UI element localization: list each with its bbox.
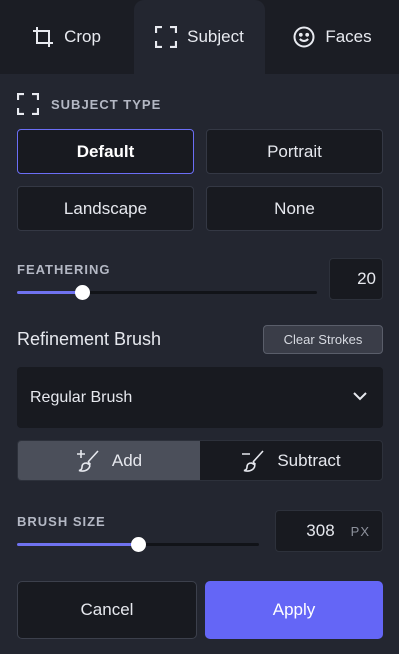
- subject-landscape-label: Landscape: [63, 198, 148, 218]
- subject-icon: [155, 26, 178, 48]
- feathering-slider-fill: [17, 291, 82, 294]
- feathering-value: 20: [357, 269, 376, 288]
- tab-bar: Crop Subject Faces: [0, 0, 399, 74]
- tab-subject[interactable]: Subject: [134, 0, 265, 74]
- brush-size-slider[interactable]: [17, 537, 259, 552]
- brush-size-value-field[interactable]: 308 PX: [275, 510, 383, 552]
- brush-size-slider-thumb[interactable]: [131, 537, 146, 552]
- subject-type-heading: SUBJECT TYPE: [51, 96, 162, 112]
- tab-faces[interactable]: Faces: [266, 0, 399, 74]
- brush-size-slider-fill: [17, 543, 138, 546]
- brush-mode-add[interactable]: Add: [18, 441, 200, 480]
- subject-type-header: SUBJECT TYPE: [17, 93, 161, 115]
- cancel-label: Cancel: [80, 600, 134, 619]
- feathering-slider[interactable]: [17, 285, 317, 300]
- brush-size-value: 308: [306, 521, 335, 540]
- brush-size-unit: PX: [350, 523, 370, 539]
- clear-strokes-label: Clear Strokes: [283, 332, 363, 347]
- apply-button[interactable]: Apply: [205, 581, 383, 639]
- crop-icon: [33, 27, 54, 47]
- subject-default-label: Default: [76, 141, 135, 161]
- clear-strokes-button[interactable]: Clear Strokes: [263, 325, 383, 354]
- chevron-down-icon: [353, 392, 367, 401]
- subject-none-label: None: [274, 198, 315, 218]
- tab-crop-label: Crop: [64, 27, 101, 46]
- subject-portrait-button[interactable]: Portrait: [206, 129, 383, 174]
- brush-mode-toggle: Add Subtract: [17, 440, 383, 481]
- brush-subtract-icon: [242, 449, 264, 472]
- brush-type-value: Regular Brush: [30, 388, 133, 406]
- subject-icon: [17, 93, 39, 115]
- subject-portrait-label: Portrait: [267, 141, 322, 161]
- subject-landscape-button[interactable]: Landscape: [17, 186, 194, 231]
- tab-subject-label: Subject: [187, 27, 244, 46]
- brush-type-select[interactable]: Regular Brush: [17, 367, 383, 428]
- feathering-label: FEATHERING: [17, 262, 111, 277]
- tab-faces-label: Faces: [325, 27, 372, 46]
- brush-add-icon: [76, 449, 99, 472]
- subject-default-button[interactable]: Default: [17, 129, 194, 174]
- refinement-brush-title: Refinement Brush: [17, 329, 162, 349]
- apply-label: Apply: [272, 600, 316, 619]
- smile-icon: [293, 26, 315, 48]
- feathering-value-field[interactable]: 20: [329, 258, 383, 300]
- feathering-slider-thumb[interactable]: [74, 285, 90, 300]
- brush-mode-add-label: Add: [111, 450, 143, 470]
- cancel-button[interactable]: Cancel: [17, 581, 197, 639]
- brush-mode-subtract-label: Subtract: [277, 450, 341, 470]
- tab-crop[interactable]: Crop: [0, 0, 133, 74]
- brush-size-label: BRUSH SIZE: [17, 514, 106, 529]
- subject-none-button[interactable]: None: [206, 186, 383, 231]
- brush-mode-subtract[interactable]: Subtract: [200, 441, 382, 480]
